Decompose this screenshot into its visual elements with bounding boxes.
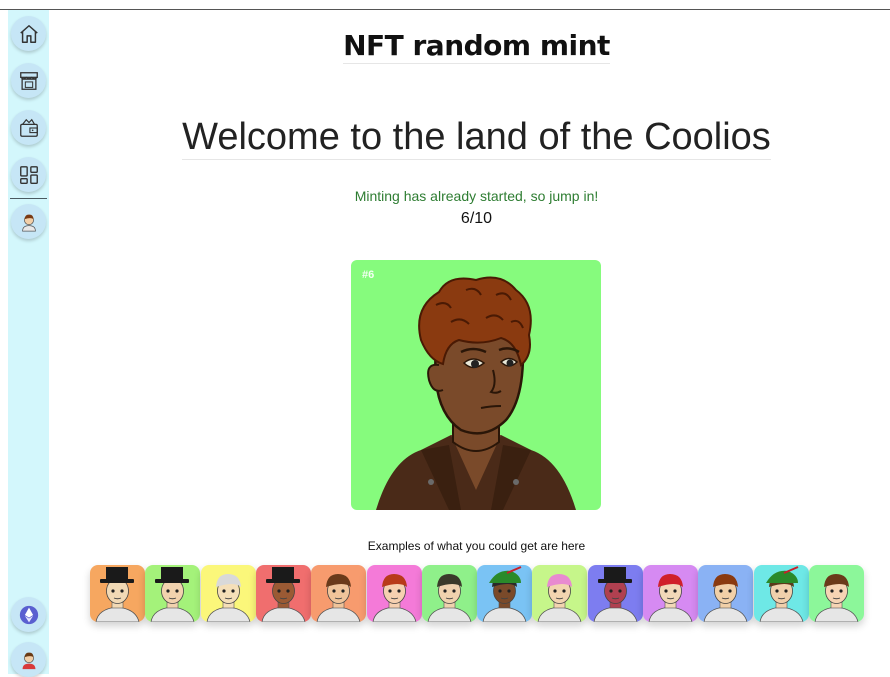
sidebar-item-profile[interactable] xyxy=(11,204,46,239)
sidebar-divider xyxy=(10,198,47,199)
store-icon xyxy=(19,71,38,90)
nft-id-label: #6 xyxy=(362,269,375,281)
example-nft-portrait xyxy=(201,565,256,622)
example-nft-thumbnail[interactable] xyxy=(201,565,256,622)
dashboard-icon xyxy=(19,165,38,184)
example-nft-thumbnail[interactable] xyxy=(754,565,809,622)
avatar-icon xyxy=(21,214,36,232)
wallet-icon xyxy=(19,118,38,137)
example-nft-portrait xyxy=(754,565,809,622)
examples-strip xyxy=(90,565,864,622)
example-nft-thumbnail[interactable] xyxy=(588,565,643,622)
sidebar xyxy=(8,10,49,677)
minting-status: Minting has already started, so jump in! xyxy=(354,188,599,204)
example-nft-thumbnail[interactable] xyxy=(311,565,366,622)
example-nft-thumbnail[interactable] xyxy=(422,565,477,622)
example-nft-portrait xyxy=(477,565,532,622)
sidebar-item-home[interactable] xyxy=(11,16,46,51)
example-nft-portrait xyxy=(422,565,477,622)
example-nft-portrait xyxy=(256,565,311,622)
current-nft-card[interactable]: #6 xyxy=(351,260,601,510)
home-icon xyxy=(19,24,38,43)
example-nft-portrait xyxy=(588,565,643,622)
example-nft-portrait xyxy=(809,565,864,622)
example-nft-thumbnail[interactable] xyxy=(256,565,311,622)
example-nft-thumbnail[interactable] xyxy=(809,565,864,622)
example-nft-thumbnail[interactable] xyxy=(532,565,587,622)
example-nft-portrait xyxy=(532,565,587,622)
account-button[interactable] xyxy=(11,642,46,677)
sidebar-item-store[interactable] xyxy=(11,63,46,98)
example-nft-thumbnail[interactable] xyxy=(90,565,145,622)
example-nft-portrait xyxy=(643,565,698,622)
example-nft-thumbnail[interactable] xyxy=(698,565,753,622)
sidebar-item-dashboard[interactable] xyxy=(11,157,46,192)
example-nft-portrait xyxy=(367,565,422,622)
main-content: NFT random mint Welcome to the land of t… xyxy=(49,10,890,674)
examples-label: Examples of what you could get are here xyxy=(367,539,586,553)
page-title-text: NFT random mint xyxy=(343,29,610,64)
example-nft-thumbnail[interactable] xyxy=(477,565,532,622)
example-nft-portrait xyxy=(145,565,200,622)
example-nft-portrait xyxy=(311,565,366,622)
ethereum-network-button[interactable] xyxy=(11,597,46,632)
page-title: NFT random mint xyxy=(49,25,890,64)
sidebar-item-wallet[interactable] xyxy=(11,110,46,145)
example-nft-portrait xyxy=(698,565,753,622)
example-nft-thumbnail[interactable] xyxy=(367,565,422,622)
example-nft-thumbnail[interactable] xyxy=(643,565,698,622)
welcome-heading: Welcome to the land of the Coolios xyxy=(49,116,890,160)
nft-portrait xyxy=(376,276,576,510)
example-nft-thumbnail[interactable] xyxy=(145,565,200,622)
welcome-heading-text: Welcome to the land of the Coolios xyxy=(182,116,771,160)
avatar-icon xyxy=(22,652,35,669)
mint-progress-count: 6/10 xyxy=(460,210,493,227)
example-nft-portrait xyxy=(90,565,145,622)
ethereum-icon xyxy=(19,605,38,624)
